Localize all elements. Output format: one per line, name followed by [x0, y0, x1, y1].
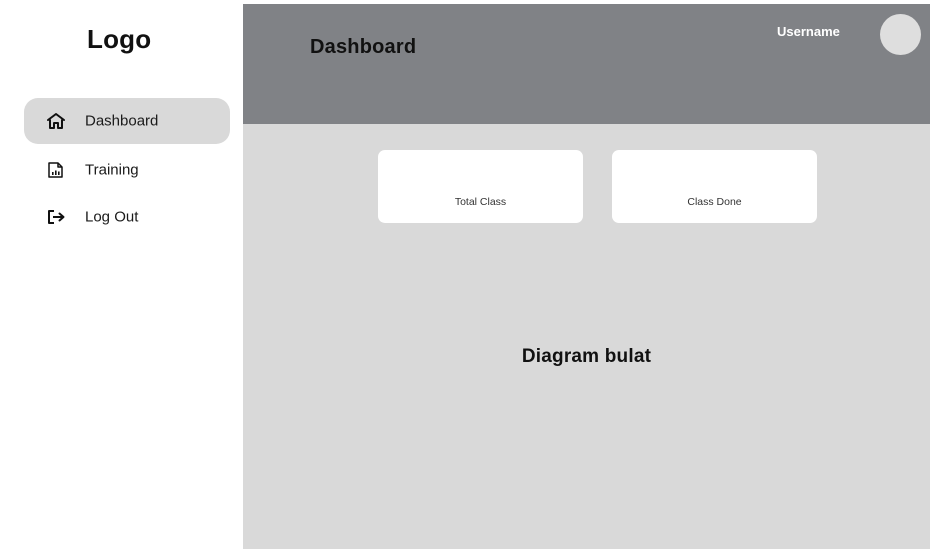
sidebar: Logo Dashboard Training Log Out	[0, 4, 243, 549]
avatar[interactable]	[880, 14, 921, 55]
home-icon	[46, 111, 66, 131]
logo: Logo	[87, 24, 152, 54]
main-content: Total Class Class Done Diagram bulat	[243, 124, 930, 549]
sidebar-item-dashboard[interactable]: Dashboard	[24, 98, 230, 144]
sidebar-item-label: Log Out	[85, 208, 139, 226]
sidebar-item-logout[interactable]: Log Out	[24, 194, 230, 240]
sidebar-item-training[interactable]: Training	[24, 147, 230, 193]
sidebar-item-label: Dashboard	[85, 112, 159, 130]
username-label: Username	[777, 24, 840, 39]
header: Dashboard Username	[243, 4, 930, 124]
chart-document-icon	[46, 160, 66, 180]
logout-icon	[46, 207, 66, 227]
class-done-label: Class Done	[687, 196, 742, 208]
page-title: Dashboard	[310, 36, 417, 58]
class-done-card: Class Done	[612, 150, 817, 223]
sidebar-item-label: Training	[85, 161, 139, 179]
total-class-card: Total Class	[378, 150, 583, 223]
total-class-label: Total Class	[454, 196, 507, 208]
pie-chart-placeholder: Diagram bulat	[521, 346, 652, 367]
